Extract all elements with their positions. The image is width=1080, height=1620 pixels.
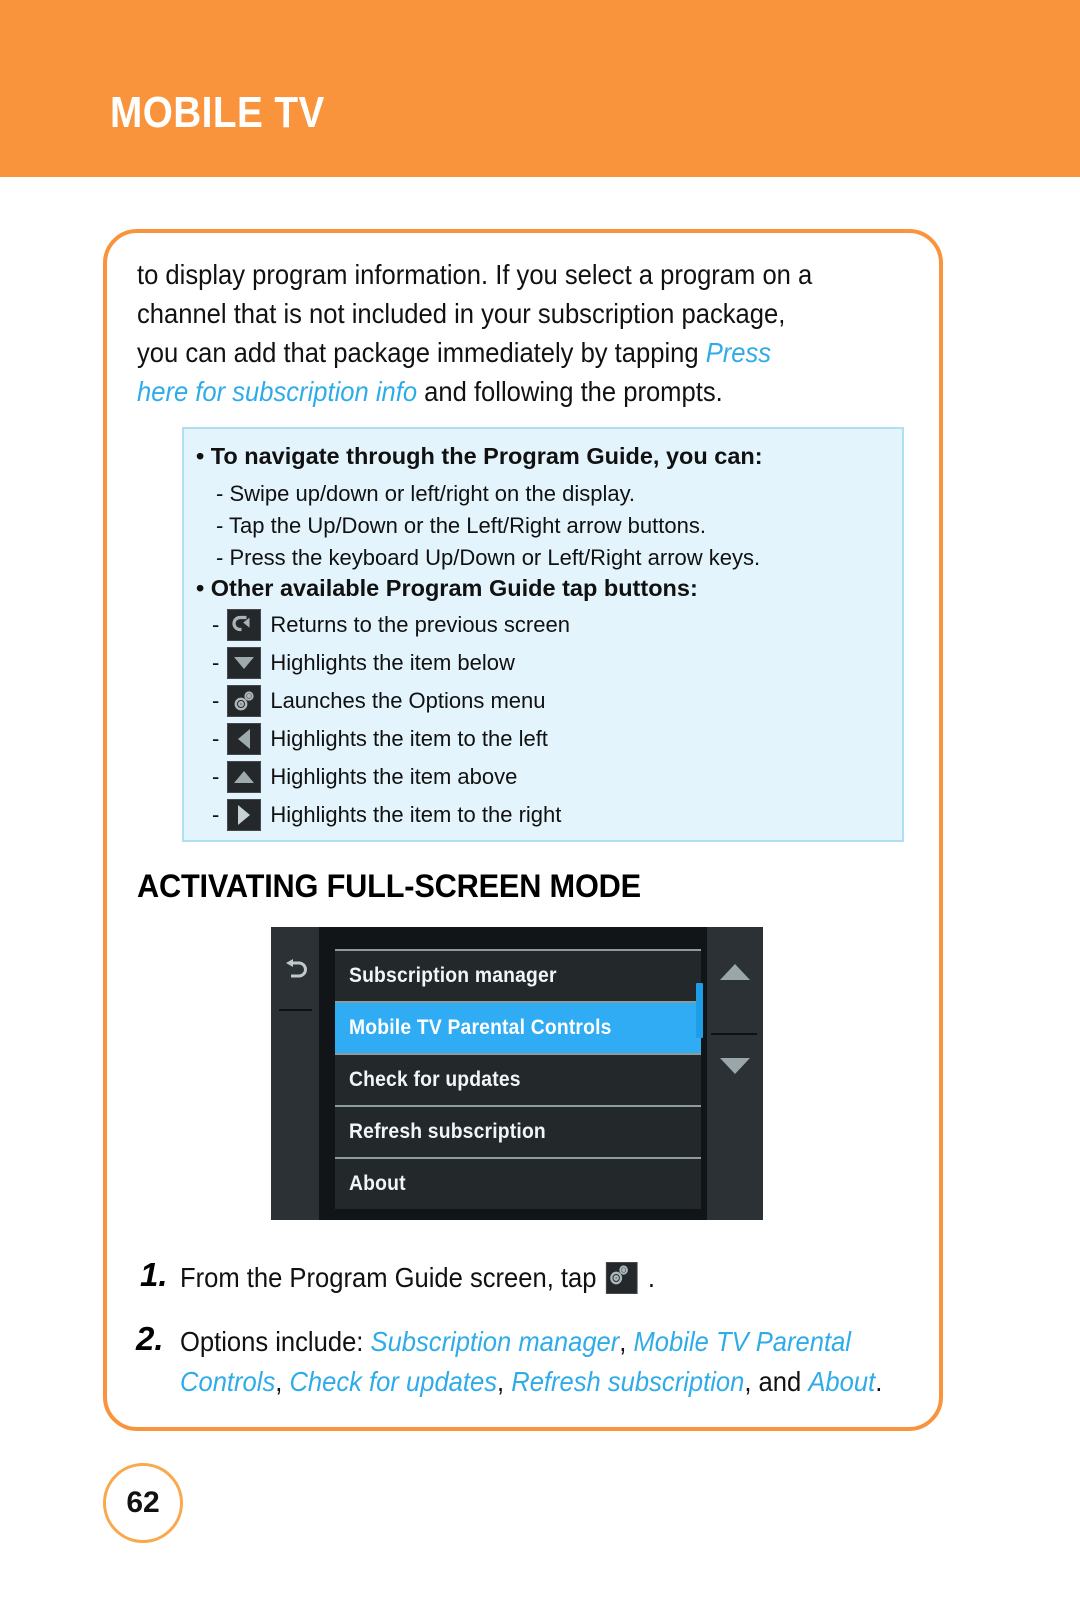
tap-button-label-options: Launches the Options menu <box>270 688 546 713</box>
tap-button-row-right: - Highlights the item to the right <box>212 799 561 831</box>
phone-scrollbar-track[interactable] <box>696 927 703 1220</box>
step-1-text-before: From the Program Guide screen, tap <box>180 1262 597 1293</box>
option-subscription-manager: Subscription manager <box>370 1326 620 1357</box>
tap-button-label-down: Highlights the item below <box>270 650 515 675</box>
program-guide-info-box: • To navigate through the Program Guide,… <box>182 427 904 842</box>
step-2-number: 2. <box>136 1320 164 1357</box>
list-dash: - <box>212 764 220 789</box>
phone-menu-item-mobile-tv-parental-controls[interactable]: Mobile TV Parental Controls <box>335 1001 701 1053</box>
tap-button-row-back: - Returns to the previous screen <box>212 609 570 641</box>
list-dash: - <box>212 612 220 637</box>
tap-button-row-options: - Launches the Options menu <box>212 685 546 717</box>
triangle-up-icon[interactable] <box>227 761 262 793</box>
gears-options-icon[interactable] <box>227 685 262 717</box>
option-about: About <box>808 1366 876 1397</box>
back-arrow-icon[interactable] <box>227 609 262 641</box>
page-number: 62 <box>126 1486 160 1519</box>
triangle-up-icon[interactable] <box>717 961 753 983</box>
page-title: MOBILE TV <box>110 88 325 137</box>
phone-menu-item-check-for-updates[interactable]: Check for updates <box>335 1053 701 1105</box>
phone-menu-item-subscription-manager[interactable]: Subscription manager <box>335 949 701 1001</box>
phone-menu-item-about[interactable]: About <box>335 1157 701 1209</box>
list-dash: - <box>212 688 220 713</box>
tap-button-row-down: - Highlights the item below <box>212 647 515 679</box>
triangle-right-icon[interactable] <box>227 799 262 831</box>
gears-options-icon[interactable] <box>606 1262 639 1294</box>
tap-button-label-back: Returns to the previous screen <box>270 612 570 637</box>
list-dash: - <box>212 650 220 675</box>
page-header-band: MOBILE TV <box>0 0 1080 177</box>
step-1-text-after: . <box>647 1262 656 1293</box>
step-2-terminator: . <box>875 1366 883 1397</box>
tap-button-label-left: Highlights the item to the left <box>270 726 548 751</box>
step-2-lead: Options include: <box>180 1326 371 1357</box>
section-heading-activating-full-screen-mode: ACTIVATING FULL-SCREEN MODE <box>137 868 641 904</box>
phone-left-rail-divider <box>279 1009 312 1011</box>
info-sub-item-1: - Tap the Up/Down or the Left/Right arro… <box>216 513 706 538</box>
back-arrow-icon[interactable] <box>281 955 311 985</box>
tap-button-label-up: Highlights the item above <box>270 764 518 789</box>
step-1-number: 1. <box>140 1256 168 1293</box>
tap-button-label-right: Highlights the item to the right <box>270 802 562 827</box>
option-check-for-updates: Check for updates <box>289 1366 498 1397</box>
info-sub-item-0: - Swipe up/down or left/right on the dis… <box>216 481 636 506</box>
phone-menu-item-refresh-subscription[interactable]: Refresh subscription <box>335 1105 701 1157</box>
step-1-text: From the Program Guide screen, tap . <box>180 1258 850 1298</box>
triangle-down-icon[interactable] <box>227 647 262 679</box>
list-dash: - <box>212 802 220 827</box>
tap-button-row-left: - Highlights the item to the left <box>212 723 548 755</box>
intro-text-part2: and following the prompts. <box>417 376 723 407</box>
phone-scrollbar-thumb[interactable] <box>696 983 703 1038</box>
phone-screenshot-options-menu: Subscription manager Mobile TV Parental … <box>271 927 763 1220</box>
step-2-conjunction: and <box>758 1366 802 1397</box>
triangle-down-icon[interactable] <box>717 1055 753 1077</box>
info-bullet-navigate-heading: • To navigate through the Program Guide,… <box>196 443 763 469</box>
info-sub-item-2: - Press the keyboard Up/Down or Left/Rig… <box>216 545 761 570</box>
phone-options-menu-list: Subscription manager Mobile TV Parental … <box>335 949 701 1209</box>
tap-button-row-up: - Highlights the item above <box>212 761 517 793</box>
phone-left-rail <box>271 927 319 1220</box>
intro-paragraph: to display program information. If you s… <box>137 255 825 411</box>
step-2-text: Options include: Subscription manager, M… <box>180 1326 883 1397</box>
phone-right-rail-divider <box>711 1033 757 1035</box>
list-dash: - <box>212 726 220 751</box>
info-bullet-tapbuttons-heading: • Other available Program Guide tap butt… <box>196 575 698 601</box>
triangle-left-icon[interactable] <box>227 723 262 755</box>
option-refresh-subscription: Refresh subscription <box>511 1366 745 1397</box>
phone-right-rail <box>707 927 763 1220</box>
page-number-badge: 62 <box>103 1463 183 1543</box>
